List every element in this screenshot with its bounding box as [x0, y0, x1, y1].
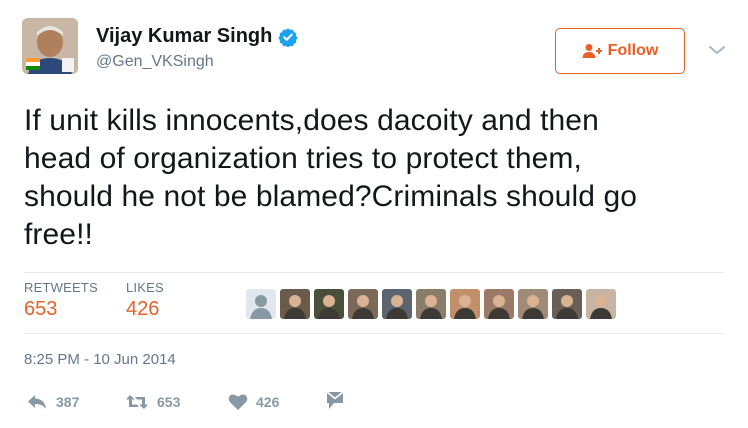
verified-badge-icon: [278, 27, 299, 47]
liker-avatar[interactable]: [518, 289, 548, 319]
tweet-timestamp[interactable]: 8:25 PM - 10 Jun 2014: [24, 351, 176, 368]
tweet-text: If unit kills innocents,does dacoity and…: [24, 102, 736, 254]
heart-icon: [228, 394, 248, 410]
liker-avatar[interactable]: [416, 289, 446, 319]
author-name-row: Vijay Kumar Singh: [96, 25, 299, 48]
retweet-button[interactable]: 653: [125, 393, 180, 411]
liker-avatar[interactable]: [246, 289, 276, 319]
liker-avatar[interactable]: [314, 289, 344, 319]
liker-avatar[interactable]: [382, 289, 412, 319]
like-button[interactable]: 426: [228, 393, 279, 411]
person-photo-icon: [590, 295, 612, 319]
author-photo: [22, 18, 78, 74]
person-photo-icon: [284, 295, 306, 319]
reply-icon: [28, 395, 46, 409]
author-handle[interactable]: @Gen_VKSingh: [96, 53, 214, 71]
chevron-down-icon[interactable]: [708, 44, 726, 56]
liker-avatar[interactable]: [586, 289, 616, 319]
follow-button[interactable]: Follow: [555, 28, 685, 74]
liker-avatar[interactable]: [348, 289, 378, 319]
person-photo-icon: [386, 295, 408, 319]
tweet-line: head of organization tries to protect th…: [24, 142, 582, 175]
tweet-line: should he not be blamed?Criminals should…: [24, 180, 638, 213]
person-photo-icon: [556, 295, 578, 319]
person-photo-icon: [352, 295, 374, 319]
retweets-stat[interactable]: RETWEETS 653: [24, 280, 98, 321]
direct-message-button[interactable]: [326, 390, 344, 410]
divider: [24, 333, 724, 334]
author-name[interactable]: Vijay Kumar Singh: [96, 25, 272, 48]
add-user-icon: [582, 44, 602, 58]
person-photo-icon: [454, 295, 476, 319]
default-profile-icon: [250, 295, 272, 319]
likes-stat[interactable]: LIKES 426: [126, 280, 164, 321]
person-photo-icon: [522, 295, 544, 319]
liker-avatars: [246, 289, 620, 319]
likes-count: 426: [126, 298, 160, 320]
retweets-label: RETWEETS: [24, 280, 98, 295]
retweet-icon: [126, 395, 148, 409]
like-count: 426: [256, 394, 280, 410]
tweet-line: If unit kills innocents,does dacoity and…: [24, 104, 599, 137]
reply-button[interactable]: 387: [26, 393, 79, 411]
person-photo-icon: [318, 295, 340, 319]
likes-label: LIKES: [126, 280, 164, 295]
divider: [24, 272, 724, 273]
retweet-count: 653: [157, 394, 181, 410]
liker-avatar[interactable]: [450, 289, 480, 319]
person-photo-icon: [488, 295, 510, 319]
retweets-count: 653: [24, 298, 58, 320]
liker-avatar[interactable]: [280, 289, 310, 319]
tweet-line: free!!: [24, 218, 93, 251]
author-avatar[interactable]: [22, 18, 78, 74]
liker-avatar[interactable]: [552, 289, 582, 319]
direct-message-icon: [326, 391, 344, 409]
liker-avatar[interactable]: [484, 289, 514, 319]
person-photo-icon: [420, 295, 442, 319]
follow-button-label: Follow: [607, 42, 659, 59]
reply-count: 387: [56, 394, 80, 410]
